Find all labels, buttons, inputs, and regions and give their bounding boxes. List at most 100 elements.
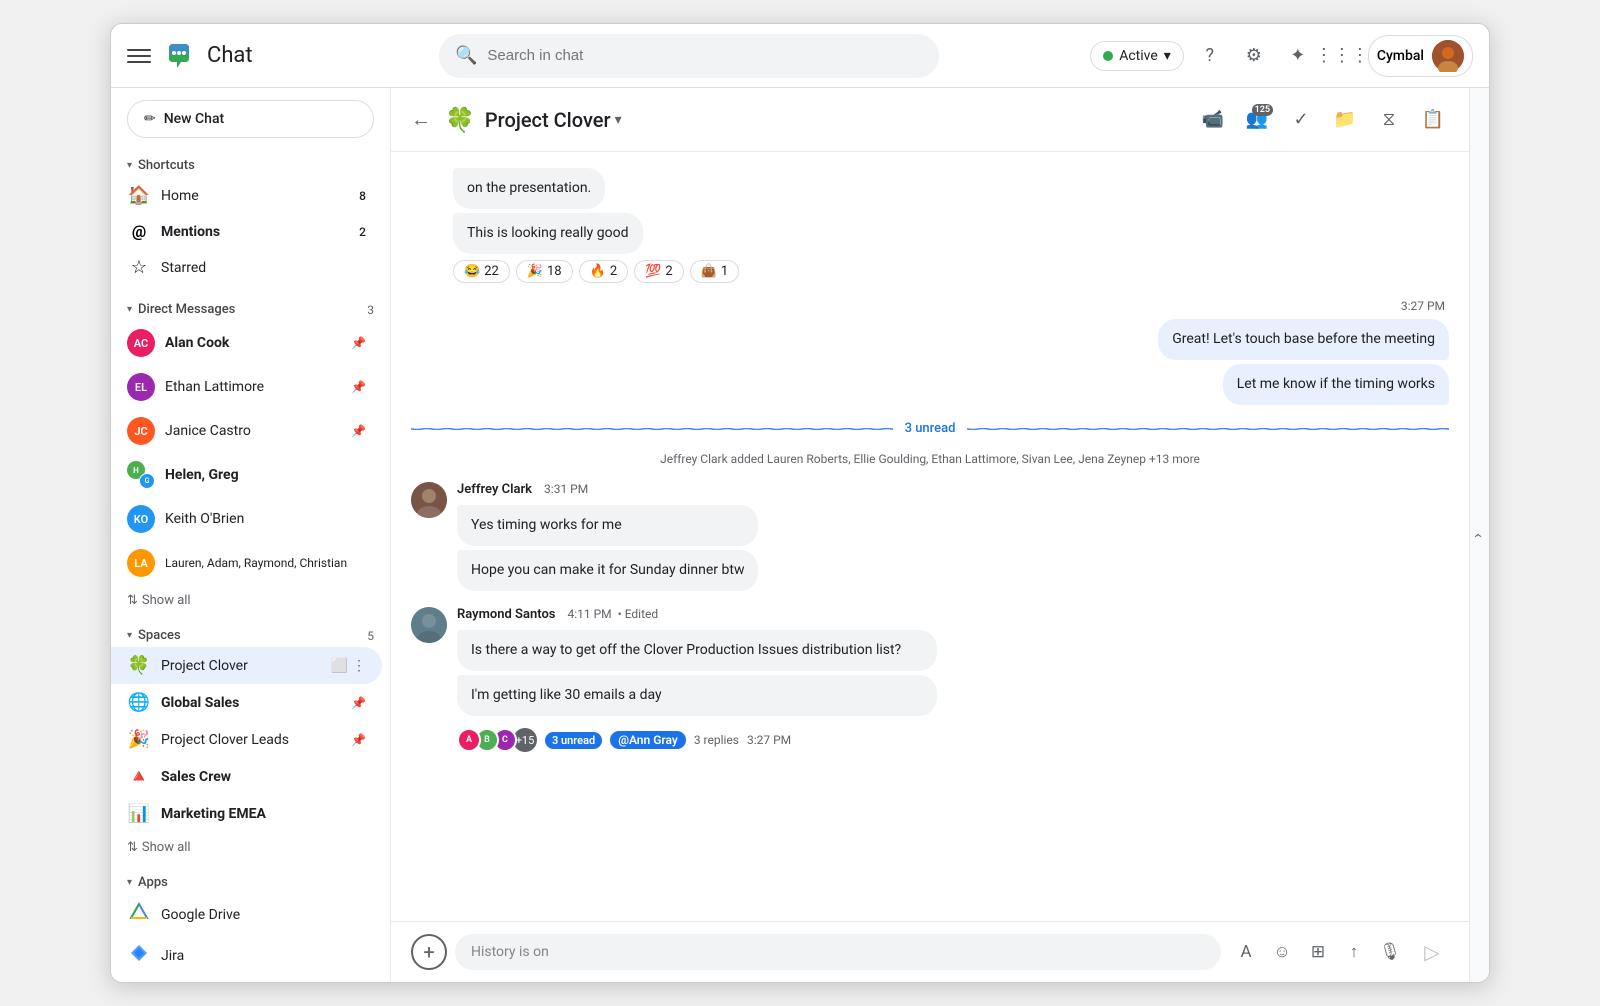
right-sidebar-collapse[interactable]: ‹ (1469, 88, 1489, 982)
sidebar-item-jira[interactable]: Jira (111, 935, 382, 976)
raymond-edited: • Edited (618, 607, 658, 621)
raymond-avatar (411, 607, 447, 643)
unread-label: 3 unread (905, 421, 956, 436)
project-clover-more-icon[interactable]: ⋮ (352, 658, 366, 674)
reactions-row: 😂 22 🎉 18 🔥 2 💯 2 (453, 260, 1449, 283)
marketing-emea-label: Marketing EMEA (161, 806, 366, 822)
reaction-laugh[interactable]: 😂 22 (453, 260, 510, 283)
sales-crew-icon: 🔺 (127, 766, 151, 787)
format-text-icon[interactable]: A (1229, 935, 1263, 969)
search-input[interactable] (487, 47, 923, 64)
shortcuts-collapse-icon: ▾ (127, 160, 132, 171)
alan-cook-pin: 📌 (351, 336, 366, 350)
sidebar-item-ethan[interactable]: EL Ethan Lattimore 📌 (111, 365, 382, 409)
send-button[interactable]: ▷ (1415, 935, 1449, 969)
calendar-button[interactable]: 📋 (1413, 100, 1453, 140)
sidebar-item-marketing-emea[interactable]: 📊 Marketing EMEA (111, 795, 382, 832)
tasks-button[interactable]: ✓ (1281, 100, 1321, 140)
show-all-dms[interactable]: ⇅ Show all (111, 585, 382, 616)
app-window: Chat 🔍 Active ▾ ? ⚙ ✦ ⋮⋮⋮ Cymbal (110, 23, 1490, 983)
files-button[interactable]: 📁 (1325, 100, 1365, 140)
message-input[interactable]: History is on (455, 934, 1221, 970)
mentions-badge: 2 (359, 225, 366, 239)
spaces-section-header[interactable]: ▾ Spaces 5 (111, 620, 390, 647)
reaction-laugh-count: 22 (484, 264, 499, 279)
raymond-msg2-text: I'm getting like 30 emails a day (471, 687, 662, 703)
show-all-spaces-arrows: ⇅ (127, 840, 138, 855)
shortcuts-section-header[interactable]: ▾ Shortcuts (111, 150, 390, 177)
add-button[interactable]: + (411, 934, 447, 970)
upload-icon[interactable]: ↑ (1337, 935, 1371, 969)
sidebar-item-home[interactable]: 🏠 Home 8 (111, 177, 382, 214)
reaction-100[interactable]: 💯 2 (634, 260, 684, 283)
raymond-header: Raymond Santos 4:11 PM • Edited (457, 607, 1449, 626)
sidebar-item-sales-crew[interactable]: 🔺 Sales Crew (111, 758, 382, 795)
spaces-title: Spaces (138, 628, 361, 643)
clover-leads-pin: 📌 (351, 733, 366, 747)
settings-icon[interactable]: ⚙ (1236, 38, 1272, 74)
hourglass-button[interactable]: ⧖ (1369, 100, 1409, 140)
main-layout: ✏ New Chat ▾ Shortcuts 🏠 Home 8 @ Mentio… (111, 88, 1489, 982)
status-chevron: ▾ (1164, 48, 1171, 64)
reaction-fire[interactable]: 🔥 2 (579, 260, 629, 283)
global-sales-label: Global Sales (161, 695, 341, 711)
apps-section-header[interactable]: ▾ Apps (111, 867, 390, 894)
screen-share-icon[interactable]: ⊞ (1301, 935, 1335, 969)
raymond-name: Raymond Santos (457, 607, 556, 622)
gemini-icon[interactable]: ✦ (1280, 38, 1316, 74)
sidebar-item-mentions[interactable]: @ Mentions 2 (111, 214, 382, 249)
helen-greg-label: Helen, Greg (165, 467, 366, 483)
global-sales-icon: 🌐 (127, 692, 151, 713)
new-chat-button[interactable]: ✏ New Chat (127, 100, 374, 138)
touch-base-text: Great! Let's touch base before the meeti… (1172, 331, 1435, 347)
reaction-bag[interactable]: 👜 1 (690, 260, 740, 283)
bubble-right-touch-base: Great! Let's touch base before the meeti… (411, 319, 1449, 360)
chat-title-icon: 🍀 (445, 106, 475, 134)
janice-pin: 📌 (351, 424, 366, 438)
apps-collapse-icon: ▾ (127, 877, 132, 888)
lauren-label: Lauren, Adam, Raymond, Christian (165, 556, 366, 570)
search-bar[interactable]: 🔍 (439, 34, 939, 78)
collapse-arrow: ‹ (1470, 533, 1489, 538)
reaction-laugh-emoji: 😂 (464, 264, 480, 279)
history-on-label: History is on (471, 944, 549, 960)
sidebar-item-google-drive[interactable]: Google Drive (111, 894, 382, 935)
profile-area[interactable]: Cymbal (1368, 35, 1473, 77)
help-icon[interactable]: ? (1192, 38, 1228, 74)
keith-avatar: KO (127, 505, 155, 533)
sidebar-item-project-clover[interactable]: 🍀 Project Clover ⬜ ⋮ (111, 647, 382, 684)
dm-count: 3 (367, 303, 374, 317)
sidebar-item-project-clover-leads[interactable]: 🎉 Project Clover Leads 📌 (111, 721, 382, 758)
menu-icon[interactable] (127, 44, 151, 68)
sidebar-item-keith[interactable]: KO Keith O'Brien (111, 497, 382, 541)
home-icon: 🏠 (127, 185, 151, 206)
project-clover-screen-icon[interactable]: ⬜ (331, 658, 348, 674)
back-button[interactable]: ← (407, 103, 435, 136)
status-button[interactable]: Active ▾ (1090, 41, 1184, 71)
members-button[interactable]: 👥 125 (1237, 100, 1277, 140)
chat-title[interactable]: Project Clover ▾ (485, 108, 622, 132)
emoji-icon[interactable]: ☺ (1265, 935, 1299, 969)
sidebar-item-lauren-group[interactable]: LA Lauren, Adam, Raymond, Christian (111, 541, 382, 585)
dm-title: Direct Messages (138, 302, 361, 317)
sidebar-item-global-sales[interactable]: 🌐 Global Sales 📌 (111, 684, 382, 721)
sidebar-item-starred[interactable]: ☆ Starred (111, 249, 382, 286)
apps-icon[interactable]: ⋮⋮⋮ (1324, 38, 1360, 74)
sidebar-item-helen-greg[interactable]: H G Helen, Greg (111, 453, 382, 497)
reaction-party[interactable]: 🎉 18 (516, 260, 573, 283)
sidebar-item-janice[interactable]: JC Janice Castro 📌 (111, 409, 382, 453)
dm-section-header[interactable]: ▾ Direct Messages 3 (111, 294, 390, 321)
reaction-100-count: 2 (665, 264, 672, 279)
message-raymond-santos: Raymond Santos 4:11 PM • Edited Is there… (411, 607, 1449, 756)
sidebar-item-alan-cook[interactable]: AC Alan Cook 📌 (111, 321, 382, 365)
home-badge: 8 (359, 189, 366, 203)
record-icon[interactable]: 🎙 (1373, 935, 1407, 969)
janice-label: Janice Castro (165, 423, 341, 439)
raymond-msg2: I'm getting like 30 emails a day (457, 675, 937, 716)
profile-name: Cymbal (1377, 48, 1424, 64)
video-call-button[interactable]: 📹 (1193, 100, 1233, 140)
show-all-spaces[interactable]: ⇅ Show all (111, 832, 382, 863)
thread-row[interactable]: A B C +15 3 unread @Ann Gray 3 replies 3… (457, 724, 1449, 756)
message-continued: on the presentation. (453, 168, 1449, 209)
jeffrey-messages-group: Jeffrey Clark 3:31 PM Yes timing works f… (457, 482, 758, 591)
